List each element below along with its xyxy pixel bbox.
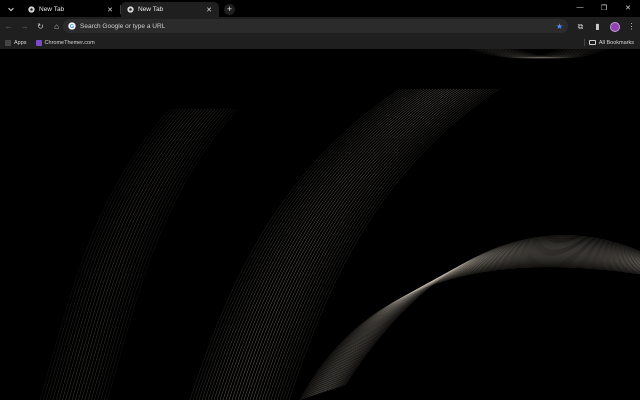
- apps-grid-icon: [5, 39, 11, 46]
- wave-line: [103, 108, 235, 400]
- toolbar-right: ⧉ ▮ ⋮: [572, 17, 640, 36]
- new-tab-button[interactable]: +: [224, 4, 235, 15]
- back-icon[interactable]: ←: [1, 19, 16, 34]
- side-panel-icon[interactable]: ▮: [589, 17, 606, 36]
- wave-line: [74, 108, 206, 400]
- new-tab-page: [0, 49, 640, 400]
- wave-line: [62, 108, 193, 400]
- wave-line: [46, 108, 177, 400]
- bookmarks-separator: [584, 39, 585, 46]
- extensions-icon[interactable]: ⧉: [572, 17, 589, 36]
- omnibox[interactable]: G ★: [63, 19, 568, 33]
- tab[interactable]: New Tab ✕: [22, 2, 120, 17]
- chromethemer-icon: [35, 39, 42, 46]
- wave-line: [58, 108, 190, 400]
- tab-active[interactable]: New Tab ✕: [121, 2, 219, 17]
- wave-line: [94, 108, 225, 400]
- wave-line: [49, 108, 180, 400]
- chrome-favicon-icon: [127, 6, 134, 13]
- bookmark-star-icon[interactable]: ★: [556, 22, 563, 31]
- tab-search-icon[interactable]: [4, 2, 18, 16]
- apps-bookmark[interactable]: Apps: [5, 39, 27, 46]
- wave-line: [301, 265, 640, 400]
- maximize-icon[interactable]: ❐: [592, 0, 616, 15]
- wave-line: [39, 108, 171, 400]
- bookmark-item[interactable]: ChromeThemer.com: [35, 39, 95, 46]
- wave-line: [285, 88, 497, 400]
- folder-icon: [588, 40, 596, 45]
- address-input[interactable]: [80, 22, 556, 30]
- wave-line: [71, 108, 203, 400]
- wave-line: [288, 88, 500, 400]
- chrome-favicon-icon: [28, 6, 35, 13]
- wave-line: [55, 108, 187, 400]
- window-controls: — ❐ ✕: [568, 0, 640, 15]
- apps-label: Apps: [14, 39, 27, 46]
- svg-text:G: G: [70, 24, 74, 30]
- wave-line: [320, 252, 640, 394]
- close-window-icon[interactable]: ✕: [616, 0, 640, 15]
- theme-background-waves: [39, 49, 640, 400]
- wave-line: [68, 108, 199, 400]
- bookmarks-bar: Apps ChromeThemer.com All Bookmarks: [0, 36, 640, 49]
- tab-close-icon[interactable]: ✕: [205, 6, 213, 14]
- all-bookmarks-label: All Bookmarks: [598, 39, 634, 46]
- wave-line: [299, 266, 640, 400]
- home-icon[interactable]: ⌂: [49, 19, 64, 34]
- wave-line: [84, 108, 215, 400]
- bookmark-label: ChromeThemer.com: [44, 39, 95, 46]
- minimize-icon[interactable]: —: [568, 0, 592, 15]
- tab-title: New Tab: [39, 6, 65, 13]
- wave-line: [282, 88, 494, 400]
- wave-line: [316, 255, 640, 395]
- google-icon: G: [68, 22, 76, 30]
- wave-line: [90, 108, 222, 400]
- wave-line: [42, 108, 174, 400]
- wave-line: [279, 88, 491, 400]
- wave-line: [276, 88, 488, 400]
- wave-line: [78, 108, 209, 400]
- forward-icon[interactable]: →: [17, 19, 32, 34]
- menu-icon[interactable]: ⋮: [623, 17, 640, 36]
- reload-icon[interactable]: ↻: [33, 19, 48, 34]
- wave-line: [65, 108, 196, 400]
- tab-strip: New Tab ✕ New Tab ✕ + — ❐ ✕: [0, 0, 640, 17]
- avatar: [609, 21, 620, 32]
- tab-close-icon[interactable]: ✕: [106, 6, 114, 14]
- wave-line: [81, 108, 212, 400]
- wave-line: [106, 108, 238, 400]
- wave-line: [87, 108, 219, 400]
- tab-title: New Tab: [138, 6, 164, 13]
- profile-avatar[interactable]: [606, 17, 623, 36]
- all-bookmarks-button[interactable]: All Bookmarks: [588, 36, 634, 49]
- wave-line: [52, 108, 183, 400]
- toolbar: ← → ↻ ⌂ G ★ ⧉ ▮ ⋮: [0, 17, 640, 36]
